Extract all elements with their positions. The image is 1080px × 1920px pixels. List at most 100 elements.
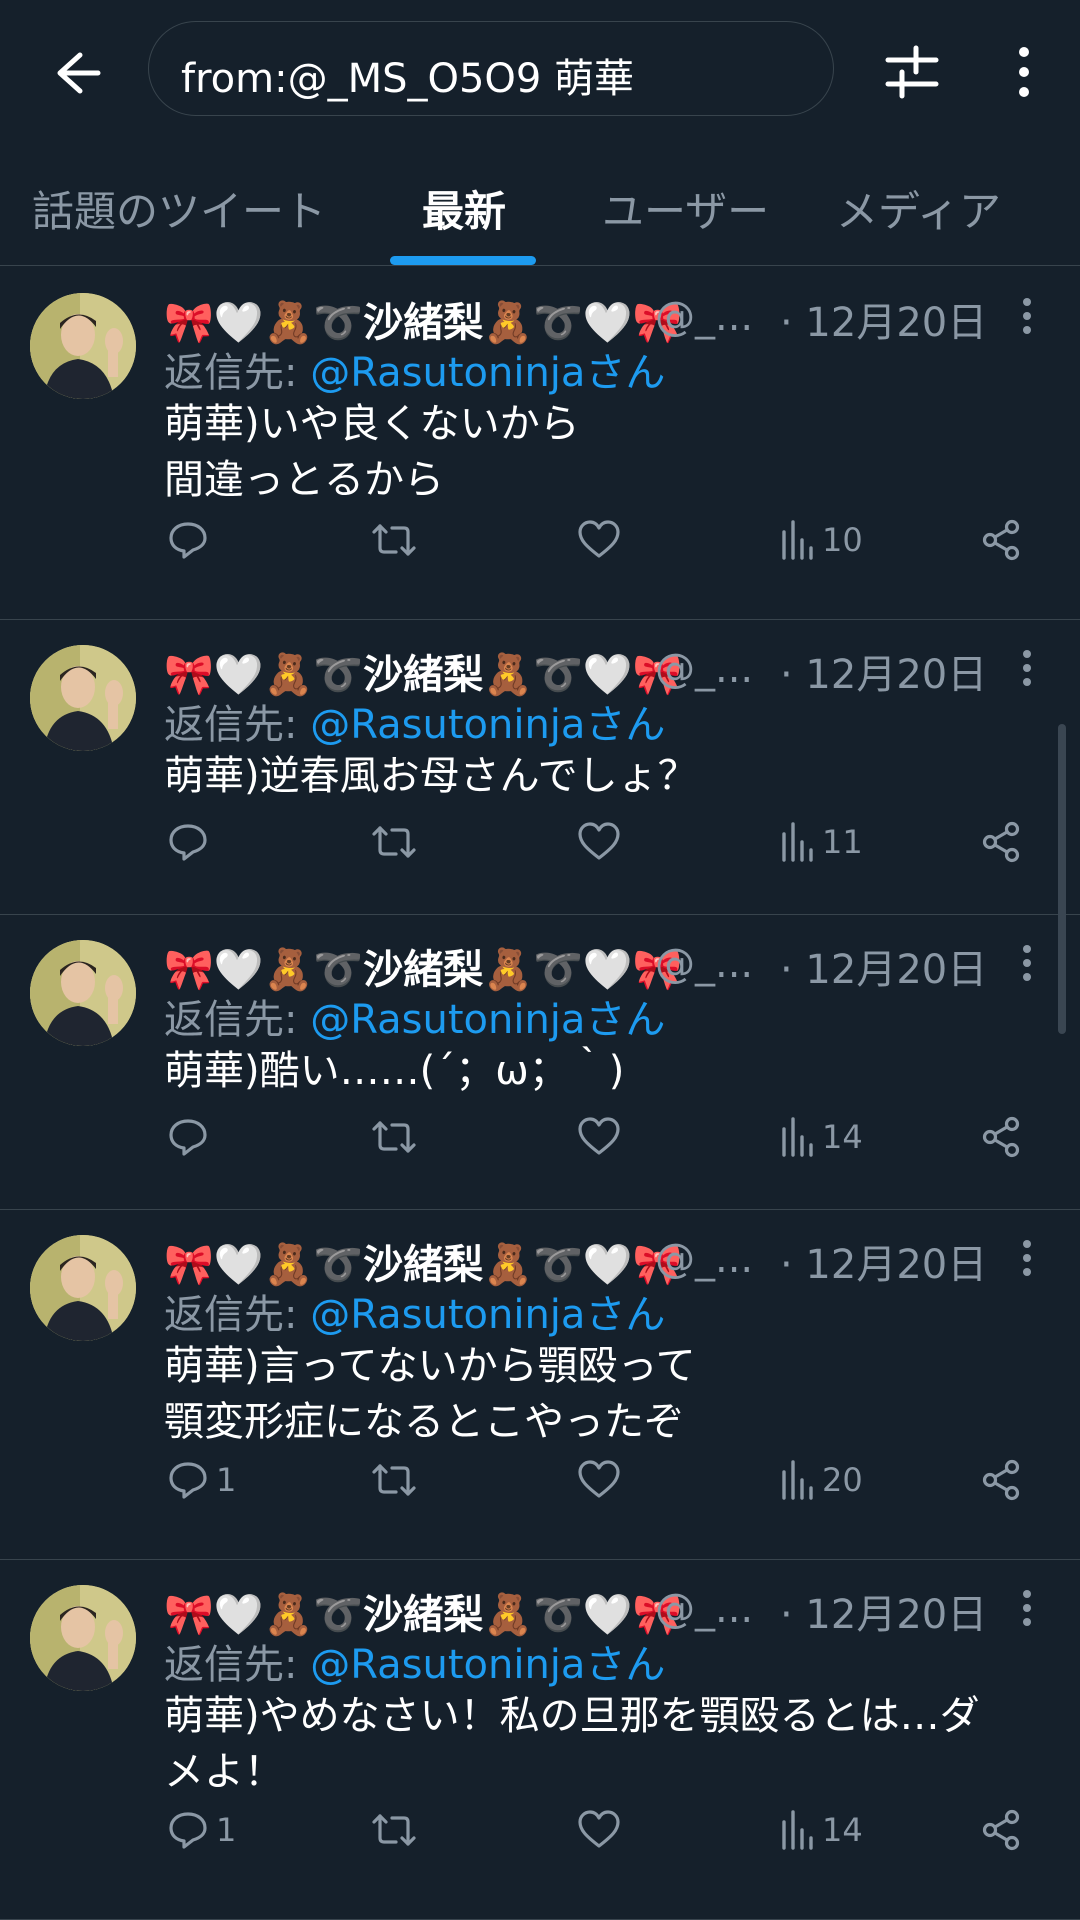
views-count: 11 (822, 823, 863, 861)
avatar[interactable] (30, 1235, 136, 1341)
reply-context: 返信先: @Rasutoninjaさん (164, 1632, 665, 1690)
tweet-date[interactable]: · 12月20日 (780, 642, 987, 700)
like-button[interactable] (576, 1112, 622, 1162)
tweet-menu-icon[interactable] (1020, 648, 1034, 688)
retweet-icon (372, 826, 416, 858)
like-button[interactable] (576, 1455, 622, 1505)
share-button[interactable] (980, 1805, 1022, 1855)
reply-context: 返信先: @Rasutoninjaさん (164, 1282, 665, 1340)
share-button[interactable] (980, 817, 1022, 867)
avatar[interactable] (30, 645, 136, 751)
views-button[interactable]: 14 (778, 1805, 863, 1855)
avatar[interactable] (30, 940, 136, 1046)
avatar[interactable] (30, 293, 136, 399)
heart-icon (578, 520, 620, 558)
retweet-button[interactable] (370, 1112, 418, 1162)
tweet[interactable]: 🎀🤍🧸➰沙緒梨🧸➰🤍🎀 @_... · 12月20日 返信先: @Rasuton… (0, 915, 1080, 1210)
reply-mention[interactable]: @Rasutoninjaさん (310, 350, 665, 396)
reply-prefix: 返信先: (164, 997, 311, 1043)
tweet-date[interactable]: · 12月20日 (780, 1582, 987, 1640)
avatar[interactable] (30, 1585, 136, 1691)
share-button[interactable] (980, 1455, 1022, 1505)
share-button[interactable] (980, 1112, 1022, 1162)
reply-mention[interactable]: @Rasutoninjaさん (310, 1292, 665, 1338)
reply-prefix: 返信先: (164, 1642, 311, 1688)
views-count: 20 (822, 1461, 863, 1499)
user-handle[interactable]: @_... (655, 294, 753, 340)
tweet-date[interactable]: · 12月20日 (780, 937, 987, 995)
tweet-actions: 11 (0, 817, 1080, 877)
user-handle[interactable]: @_... (655, 941, 753, 987)
tweet[interactable]: 🎀🤍🧸➰沙緒梨🧸➰🤍🎀 @_... · 12月20日 返信先: @Rasuton… (0, 1560, 1080, 1920)
analytics-icon (782, 1460, 813, 1500)
tweet[interactable]: 🎀🤍🧸➰沙緒梨🧸➰🤍🎀 @_... · 12月20日 返信先: @Rasuton… (0, 620, 1080, 915)
reply-prefix: 返信先: (164, 1292, 311, 1338)
reply-mention[interactable]: @Rasutoninjaさん (310, 1642, 665, 1688)
tab-media[interactable]: メディア (836, 178, 1001, 239)
reply-icon (169, 824, 207, 861)
reply-prefix: 返信先: (164, 350, 311, 396)
tweet-menu-icon[interactable] (1020, 943, 1034, 983)
heart-icon (578, 1810, 620, 1848)
scrollbar[interactable] (1058, 724, 1066, 1034)
tweet-menu-icon[interactable] (1020, 1238, 1034, 1278)
tab-users[interactable]: ユーザー (602, 178, 769, 239)
retweet-button[interactable] (370, 1805, 418, 1855)
reply-count: 1 (216, 1811, 237, 1849)
reply-count: 1 (216, 1461, 237, 1499)
share-icon (982, 519, 1020, 561)
search-query: from:@_MS_O5O9 萌華 (181, 56, 635, 102)
like-button[interactable] (576, 817, 622, 867)
share-icon (982, 1116, 1020, 1158)
tweet-menu-icon[interactable] (1020, 296, 1034, 336)
reply-mention[interactable]: @Rasutoninjaさん (310, 702, 665, 748)
active-tab-indicator (390, 256, 536, 265)
analytics-icon (782, 1810, 813, 1850)
reply-mention[interactable]: @Rasutoninjaさん (310, 997, 665, 1043)
reply-icon (169, 522, 207, 559)
tweet-date[interactable]: · 12月20日 (780, 1232, 987, 1290)
search-tabs: 話題のツイート 最新 ユーザー メディア (0, 148, 1080, 266)
search-input[interactable]: from:@_MS_O5O9 萌華 (148, 21, 834, 116)
retweet-button[interactable] (370, 515, 418, 565)
tweet-text: 萌華)逆春風お母さんでしょ？ (164, 753, 698, 799)
like-button[interactable] (576, 1805, 622, 1855)
reply-button[interactable] (166, 515, 216, 565)
user-handle[interactable]: @_... (655, 1236, 753, 1282)
tab-top[interactable]: 話題のツイート (32, 178, 326, 239)
user-handle[interactable]: @_... (655, 646, 753, 692)
tweet-text: 萌華)やめなさい！私の旦那を顎殴るとは…ダ メよ！ (164, 1693, 980, 1795)
retweet-button[interactable] (370, 817, 418, 867)
back-arrow-icon[interactable] (40, 38, 110, 108)
user-handle[interactable]: @_... (655, 1586, 753, 1632)
views-button[interactable]: 14 (778, 1112, 863, 1162)
views-button[interactable]: 10 (778, 515, 863, 565)
tweet-actions: 1 14 (0, 1805, 1080, 1865)
tweet-date[interactable]: · 12月20日 (780, 290, 987, 348)
tab-latest[interactable]: 最新 (422, 178, 506, 239)
reply-icon (169, 1119, 207, 1156)
tweet-text: 萌華)いや良くないから 間違っとるから (164, 401, 580, 503)
more-options-icon[interactable] (1000, 40, 1048, 104)
tweet-text: 萌華)言ってないから顎殴って 顎変形症になるとこやったぞ (164, 1343, 696, 1445)
retweet-icon (372, 1121, 416, 1153)
like-button[interactable] (576, 515, 622, 565)
heart-icon (578, 822, 620, 860)
tweet[interactable]: 🎀🤍🧸➰沙緒梨🧸➰🤍🎀 @_... · 12月20日 返信先: @Rasuton… (0, 268, 1080, 620)
reply-context: 返信先: @Rasutoninjaさん (164, 692, 665, 750)
share-button[interactable] (980, 515, 1022, 565)
tweet-text: 萌華)酷い……(´；ω；｀) (164, 1048, 625, 1094)
views-button[interactable]: 20 (778, 1455, 863, 1505)
reply-icon (169, 1462, 207, 1499)
reply-button[interactable] (166, 817, 216, 867)
views-count: 14 (822, 1118, 863, 1156)
reply-button[interactable] (166, 1112, 216, 1162)
search-filter-icon[interactable] (880, 40, 944, 104)
analytics-icon (782, 520, 813, 560)
reply-button[interactable]: 1 (166, 1455, 236, 1505)
reply-button[interactable]: 1 (166, 1805, 236, 1855)
tweet-menu-icon[interactable] (1020, 1588, 1034, 1628)
views-button[interactable]: 11 (778, 817, 863, 867)
retweet-button[interactable] (370, 1455, 418, 1505)
tweet[interactable]: 🎀🤍🧸➰沙緒梨🧸➰🤍🎀 @_... · 12月20日 返信先: @Rasuton… (0, 1210, 1080, 1560)
